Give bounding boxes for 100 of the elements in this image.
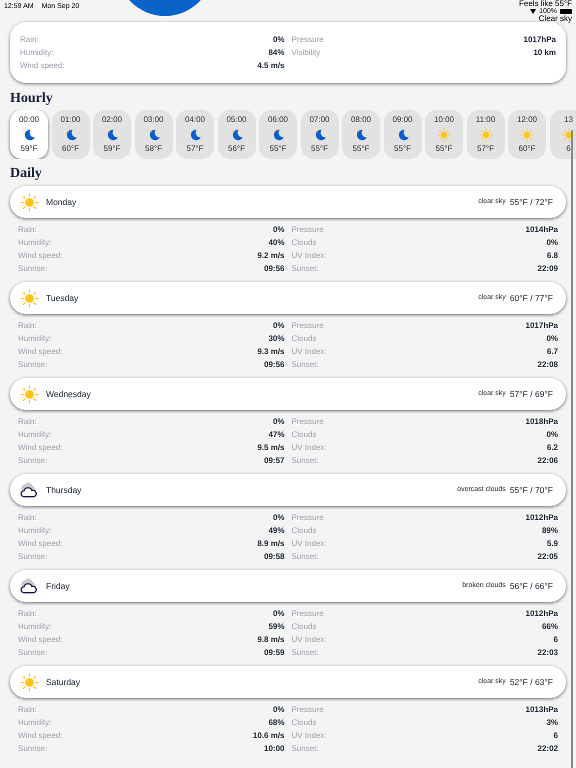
- detail-label: Wind speed:: [18, 540, 62, 548]
- hourly-card[interactable]: 00:00 59°F: [10, 110, 48, 159]
- detail-value: 6.8: [546, 252, 558, 260]
- detail-value: 10 km: [533, 48, 556, 56]
- hour-label: 11:00: [476, 114, 496, 126]
- day-name: Monday: [46, 196, 76, 208]
- hour-label: 04:00: [184, 114, 206, 126]
- hour-label: 00:00: [18, 114, 40, 126]
- detail-label: UV Index:: [292, 540, 327, 548]
- hour-label: 06:00: [268, 114, 288, 126]
- detail-label: Wind speed:: [18, 636, 62, 644]
- detail-label: Sunset:: [292, 360, 319, 368]
- hourly-card[interactable]: 04:00 57°F: [176, 110, 214, 159]
- detail-label: Visibility: [292, 48, 320, 56]
- hour-label: 05:00: [226, 114, 247, 126]
- detail-label: Sunrise:: [18, 648, 48, 656]
- detail-label: Rain:: [18, 322, 37, 330]
- hourly-card[interactable]: 08:00 55°F: [342, 110, 380, 159]
- hourly-card[interactable]: 10:00 55°F: [425, 110, 463, 159]
- detail-label: Wind speed:: [18, 732, 62, 740]
- detail-label: Rain:: [18, 418, 37, 426]
- detail-label: Pressure: [292, 322, 324, 330]
- detail-value: 0%: [272, 322, 284, 330]
- day-name: Saturday: [46, 676, 80, 688]
- hour-temp: 56°F: [228, 143, 245, 155]
- detail-value: 49%: [268, 526, 284, 534]
- detail-label: UV Index:: [292, 348, 327, 356]
- hour-temp: 55°F: [352, 143, 370, 155]
- detail-label: Humidity:: [18, 718, 52, 726]
- hour-temp: 59°F: [20, 143, 38, 155]
- detail-label: Rain:: [20, 36, 39, 44]
- moon-with-stars-icon: [312, 128, 326, 142]
- hourly-card[interactable]: 07:00 55°F: [300, 110, 338, 159]
- detail-value: 0%: [272, 706, 284, 714]
- detail-value: 0%: [546, 430, 558, 438]
- hourly-card[interactable]: 02:00 59°F: [93, 110, 131, 159]
- detail-value: 09:57: [264, 456, 284, 464]
- detail-value: 1017hPa: [524, 36, 556, 44]
- hourly-card[interactable]: 03:00 58°F: [134, 110, 172, 159]
- detail-value: 10:00: [264, 744, 284, 752]
- detail-value: 22:05: [538, 552, 558, 560]
- detail-value: 0%: [272, 514, 284, 522]
- detail-label: Clouds: [292, 622, 316, 630]
- detail-label: Wind speed:: [18, 444, 62, 452]
- detail-label: Clouds: [292, 334, 316, 342]
- detail-label: Sunrise:: [18, 552, 48, 560]
- detail-label: Pressure: [292, 514, 324, 522]
- hour-label: 12:00: [516, 114, 538, 126]
- detail-label: Humidity:: [18, 622, 52, 630]
- detail-label: Clouds: [292, 238, 316, 246]
- detail-value: 4.5 m/s: [257, 62, 284, 70]
- hour-label: 01:00: [60, 114, 81, 126]
- hourly-card[interactable]: 05:00 56°F: [218, 110, 256, 159]
- detail-value: 09:56: [264, 264, 284, 272]
- hour-temp: 55°F: [311, 143, 328, 155]
- detail-value: 1014hPa: [526, 226, 558, 234]
- detail-label: Wind speed:: [18, 348, 62, 356]
- detail-label: Rain:: [18, 610, 37, 618]
- detail-label: Pressure: [292, 36, 324, 44]
- detail-label: Sunrise:: [18, 360, 48, 368]
- detail-label: Rain:: [18, 514, 37, 522]
- day-name: Thursday: [46, 484, 82, 496]
- detail-value: 9.8 m/s: [257, 636, 284, 644]
- wifi-icon: [530, 9, 536, 14]
- battery-icon: [560, 9, 572, 14]
- detail-label: Clouds: [292, 526, 316, 534]
- detail-label: Sunset:: [292, 552, 319, 560]
- hourly-card[interactable]: 11:00 57°F: [466, 110, 504, 159]
- detail-label: Sunset:: [292, 456, 319, 464]
- hour-label: 02:00: [102, 114, 122, 126]
- detail-value: 30%: [268, 334, 284, 342]
- detail-label: Sunrise:: [18, 744, 48, 752]
- day-temps: 57°F / 69°F: [510, 388, 553, 400]
- detail-value: 22:08: [538, 360, 558, 368]
- moon-with-stars-icon: [188, 128, 202, 142]
- detail-value: 6.2: [546, 444, 558, 452]
- hourly-card[interactable]: 01:00 60°F: [52, 110, 90, 159]
- detail-value: 22:02: [538, 744, 558, 752]
- hourly-card[interactable]: 09:00 55°F: [384, 110, 422, 159]
- detail-value: 0%: [272, 610, 284, 618]
- sun-icon: [562, 128, 576, 142]
- detail-value: 22:03: [538, 648, 558, 656]
- hourly-card[interactable]: 13 6: [550, 110, 576, 159]
- detail-label: Humidity:: [18, 334, 52, 342]
- detail-value: 10.6 m/s: [252, 732, 284, 740]
- hourly-card[interactable]: 06:00 55°F: [259, 110, 297, 159]
- hourly-card[interactable]: 12:00 60°F: [508, 110, 546, 159]
- detail-label: Rain:: [18, 226, 37, 234]
- detail-value: 1018hPa: [526, 418, 558, 426]
- cloud-icon: [19, 480, 39, 500]
- detail-label: Clouds: [292, 718, 316, 726]
- moon-with-stars-icon: [22, 128, 36, 142]
- detail-value: 0%: [272, 418, 284, 426]
- detail-value: 5.9: [546, 540, 558, 548]
- moon-with-stars-icon: [396, 128, 410, 142]
- moon-with-stars-icon: [354, 128, 368, 142]
- sun-icon: [478, 128, 492, 142]
- detail-label: Humidity:: [18, 526, 52, 534]
- hour-temp: 57°F: [477, 143, 494, 155]
- detail-value: 1013hPa: [526, 706, 558, 714]
